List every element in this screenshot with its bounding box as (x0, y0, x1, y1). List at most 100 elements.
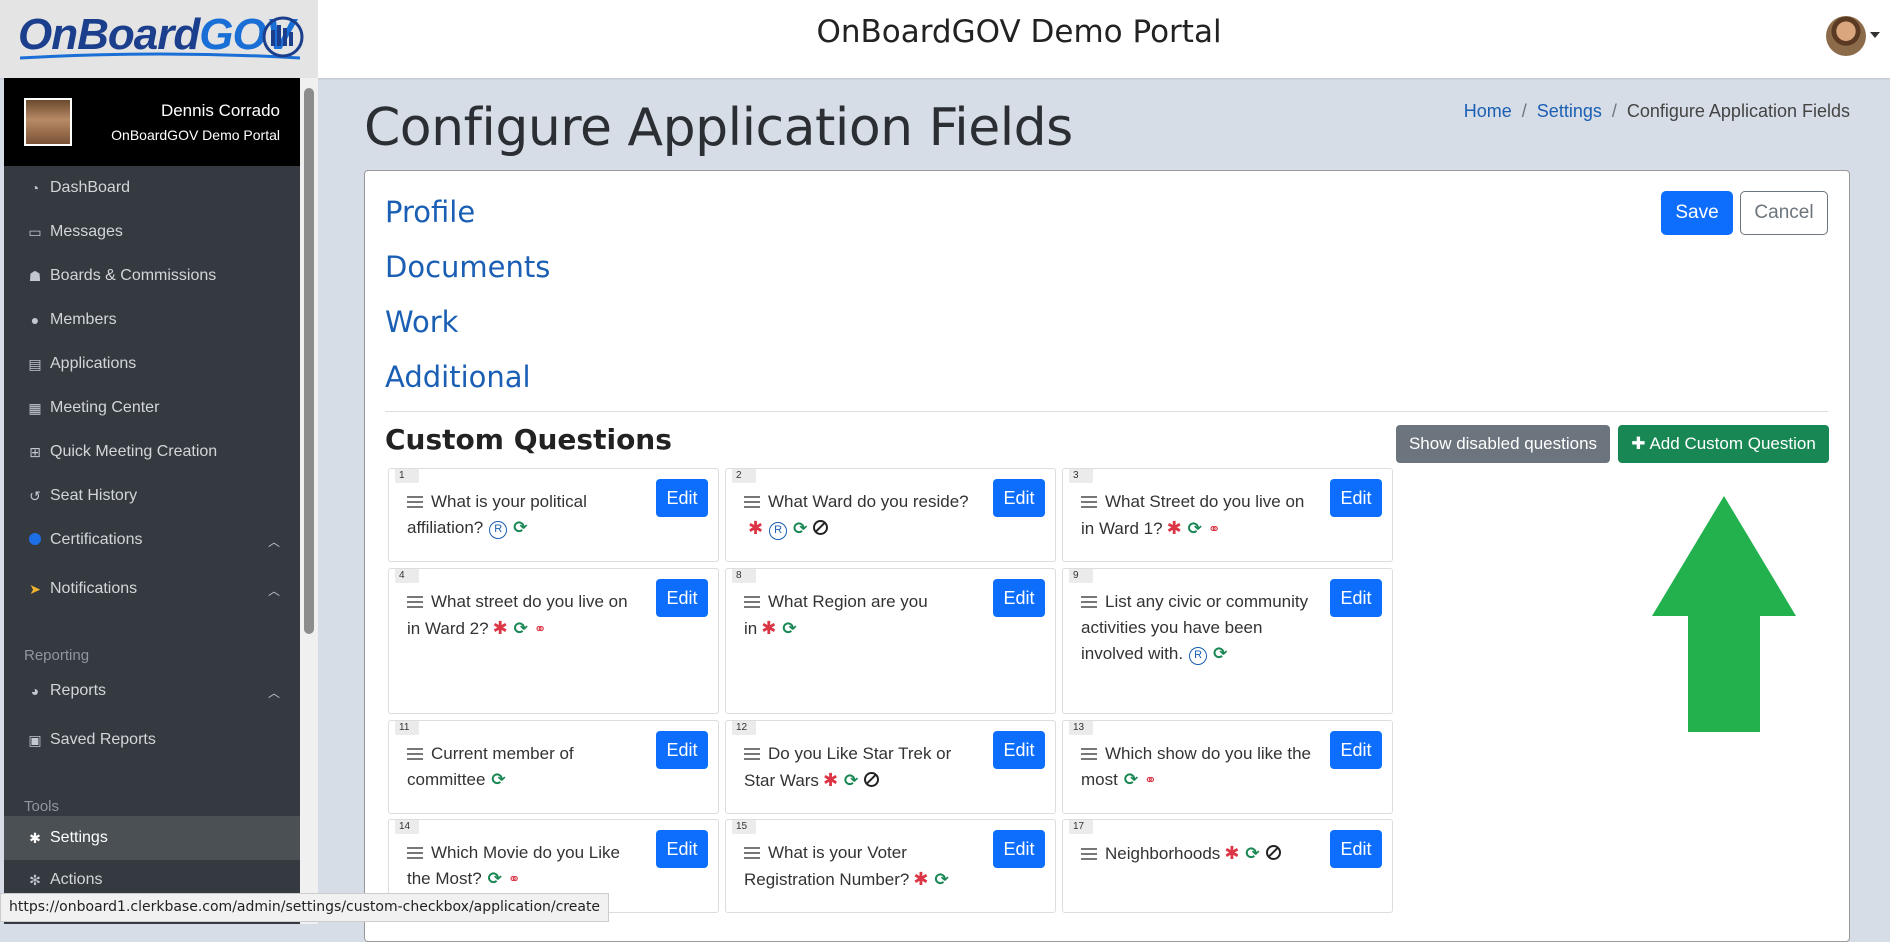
sidebar-item-quick-meeting[interactable]: ⊞ Quick Meeting Creation (4, 432, 300, 472)
required-asterisk-icon: ✱ (748, 518, 764, 538)
question-number: 2 (732, 469, 756, 483)
edit-button[interactable]: Edit (656, 579, 708, 617)
circle-icon (26, 532, 44, 548)
drag-handle-icon[interactable] (744, 748, 760, 760)
drag-handle-icon[interactable] (407, 847, 423, 859)
add-custom-question-button[interactable]: ✚ Add Custom Question (1618, 425, 1829, 463)
question-number: 3 (1069, 469, 1093, 483)
edit-button[interactable]: Edit (1330, 579, 1382, 617)
sidebar-item-messages[interactable]: ▭ Messages (4, 212, 300, 252)
edit-button[interactable]: Edit (656, 830, 708, 868)
sidebar-item-certifications[interactable]: Certifications ︿ (4, 520, 300, 560)
question-card[interactable]: 8 What Region are you in ✱ ⟳ Edit (725, 568, 1056, 714)
link-status-bar: https://onboard1.clerkbase.com/admin/set… (0, 893, 610, 922)
section-additional[interactable]: Additional (385, 360, 531, 394)
sidebar-item-settings[interactable]: ✱ Settings (4, 816, 300, 860)
question-card[interactable]: 13 Which show do you like the most ⟳ ⚭ Edi… (1062, 720, 1393, 814)
edit-button[interactable]: Edit (993, 731, 1045, 769)
drag-handle-icon[interactable] (1081, 748, 1097, 760)
section-documents[interactable]: Documents (385, 250, 550, 284)
user-name: Dennis Corrado (160, 101, 280, 120)
sidebar-item-seat-history[interactable]: ↺ Seat History (4, 476, 300, 516)
sync-icon: ⟳ (1213, 644, 1228, 663)
registered-icon: R (489, 521, 508, 539)
breadcrumb-home[interactable]: Home (1464, 101, 1512, 122)
chevron-down-icon[interactable] (1870, 32, 1880, 38)
question-card[interactable]: 17 Neighborhoods ✱ ⟳ Edit (1062, 819, 1393, 913)
sidebar-item-meeting-center[interactable]: ▦ Meeting Center (4, 388, 300, 428)
link-icon: ⚭ (1207, 521, 1221, 538)
divider (385, 411, 1828, 412)
section-profile[interactable]: Profile (385, 195, 475, 229)
save-button[interactable]: Save (1661, 191, 1733, 235)
question-text: List any civic or community activities y… (1081, 592, 1309, 665)
edit-button[interactable]: Edit (656, 731, 708, 769)
sidebar: Dennis Corrado OnBoardGOV Demo Portal ◔ D… (4, 78, 300, 924)
link-icon: ⚭ (533, 621, 547, 638)
edit-button[interactable]: Edit (656, 479, 708, 517)
id-card-icon: ▤ (28, 355, 42, 372)
section-work[interactable]: Work (385, 305, 458, 339)
question-text: What Region are you in ✱ ⟳ (744, 592, 928, 638)
show-disabled-questions-button[interactable]: Show disabled questions (1396, 425, 1610, 463)
question-card[interactable]: 2 What Ward do you reside?✱ R ⟳ Edit (725, 468, 1056, 562)
question-number: 9 (1069, 569, 1093, 583)
edit-button[interactable]: Edit (993, 579, 1045, 617)
calendar-icon: ▦ (28, 399, 42, 416)
portal-title: OnBoardGOV Demo Portal (816, 14, 1222, 50)
drag-handle-icon[interactable] (1081, 496, 1097, 508)
question-number: 1 (395, 469, 419, 483)
plus-icon: ✚ (1631, 434, 1646, 453)
question-text: Neighborhoods ✱ ⟳ (1081, 840, 1317, 867)
sidebar-item-boards[interactable]: ☗ Boards & Commissions (4, 256, 300, 296)
drag-handle-icon[interactable] (1081, 848, 1097, 860)
sidebar-item-dashboard[interactable]: ◔ DashBoard (4, 168, 300, 208)
user-panel[interactable]: Dennis Corrado OnBoardGOV Demo Portal (4, 78, 300, 166)
drag-handle-icon[interactable] (744, 847, 760, 859)
edit-button[interactable]: Edit (1330, 830, 1382, 868)
top-header: OnBoardGOV OnBoardGOV Demo Portal (0, 0, 1890, 78)
required-asterisk-icon: ✱ (822, 770, 839, 790)
question-card[interactable]: 11 Current member of committee ⟳ Edit (388, 720, 719, 814)
sidebar-item-notifications[interactable]: ➤ Notifications ︿ (4, 569, 300, 609)
disabled-circle-icon (864, 772, 880, 787)
chevron-up-icon: ︿ (267, 686, 280, 700)
drag-handle-icon[interactable] (744, 496, 760, 508)
user-avatar[interactable] (1826, 16, 1866, 56)
gear-icon: ✱ (29, 829, 41, 846)
edit-button[interactable]: Edit (993, 479, 1045, 517)
edit-button[interactable]: Edit (993, 830, 1045, 868)
required-asterisk-icon: ✱ (492, 618, 508, 638)
sync-icon: ⟳ (487, 869, 502, 888)
edit-button[interactable]: Edit (1330, 479, 1382, 517)
dashboard-icon: ◔ (30, 180, 40, 196)
question-text: What is your Voter Registration Number? ✱… (744, 843, 949, 889)
sidebar-item-members[interactable]: ● Members (4, 300, 300, 340)
sidebar-scrollbar-thumb[interactable] (304, 88, 314, 634)
drag-handle-icon[interactable] (407, 496, 423, 508)
question-number: 11 (395, 721, 419, 735)
sidebar-item-saved-reports[interactable]: ▣ Saved Reports (4, 720, 300, 760)
drag-handle-icon[interactable] (1081, 596, 1097, 608)
question-card[interactable]: 9 List any civic or community activities… (1062, 568, 1393, 714)
registered-icon: R (1189, 647, 1208, 665)
nav-header-tools: Tools (24, 798, 60, 815)
edit-button[interactable]: Edit (1330, 731, 1382, 769)
sync-icon: ⟳ (1123, 770, 1139, 789)
sidebar-item-reports[interactable]: ◕ Reports ︿ (4, 671, 300, 711)
sidebar-item-applications[interactable]: ▤ Applications (4, 344, 300, 384)
drag-handle-icon[interactable] (407, 596, 423, 608)
sync-icon: ⟳ (793, 519, 808, 538)
required-asterisk-icon: ✱ (761, 618, 777, 638)
question-card[interactable]: 3 What Street do you live on in Ward 1? ✱… (1062, 468, 1393, 562)
drag-handle-icon[interactable] (407, 748, 423, 760)
question-card[interactable]: 12 Do you Like Star Trek or Star Wars ✱ ⟳ … (725, 720, 1056, 814)
question-number: 8 (732, 569, 756, 583)
question-number: 12 (732, 721, 756, 735)
cancel-button[interactable]: Cancel (1740, 191, 1828, 235)
question-card[interactable]: 15 What is your Voter Registration Numbe… (725, 819, 1056, 913)
drag-handle-icon[interactable] (744, 596, 760, 608)
question-card[interactable]: 4 What street do you live on in Ward 2? ✱… (388, 568, 719, 714)
breadcrumb-settings[interactable]: Settings (1537, 101, 1602, 122)
question-card[interactable]: 1 What is your political affiliation? R ⟳ … (388, 468, 719, 562)
